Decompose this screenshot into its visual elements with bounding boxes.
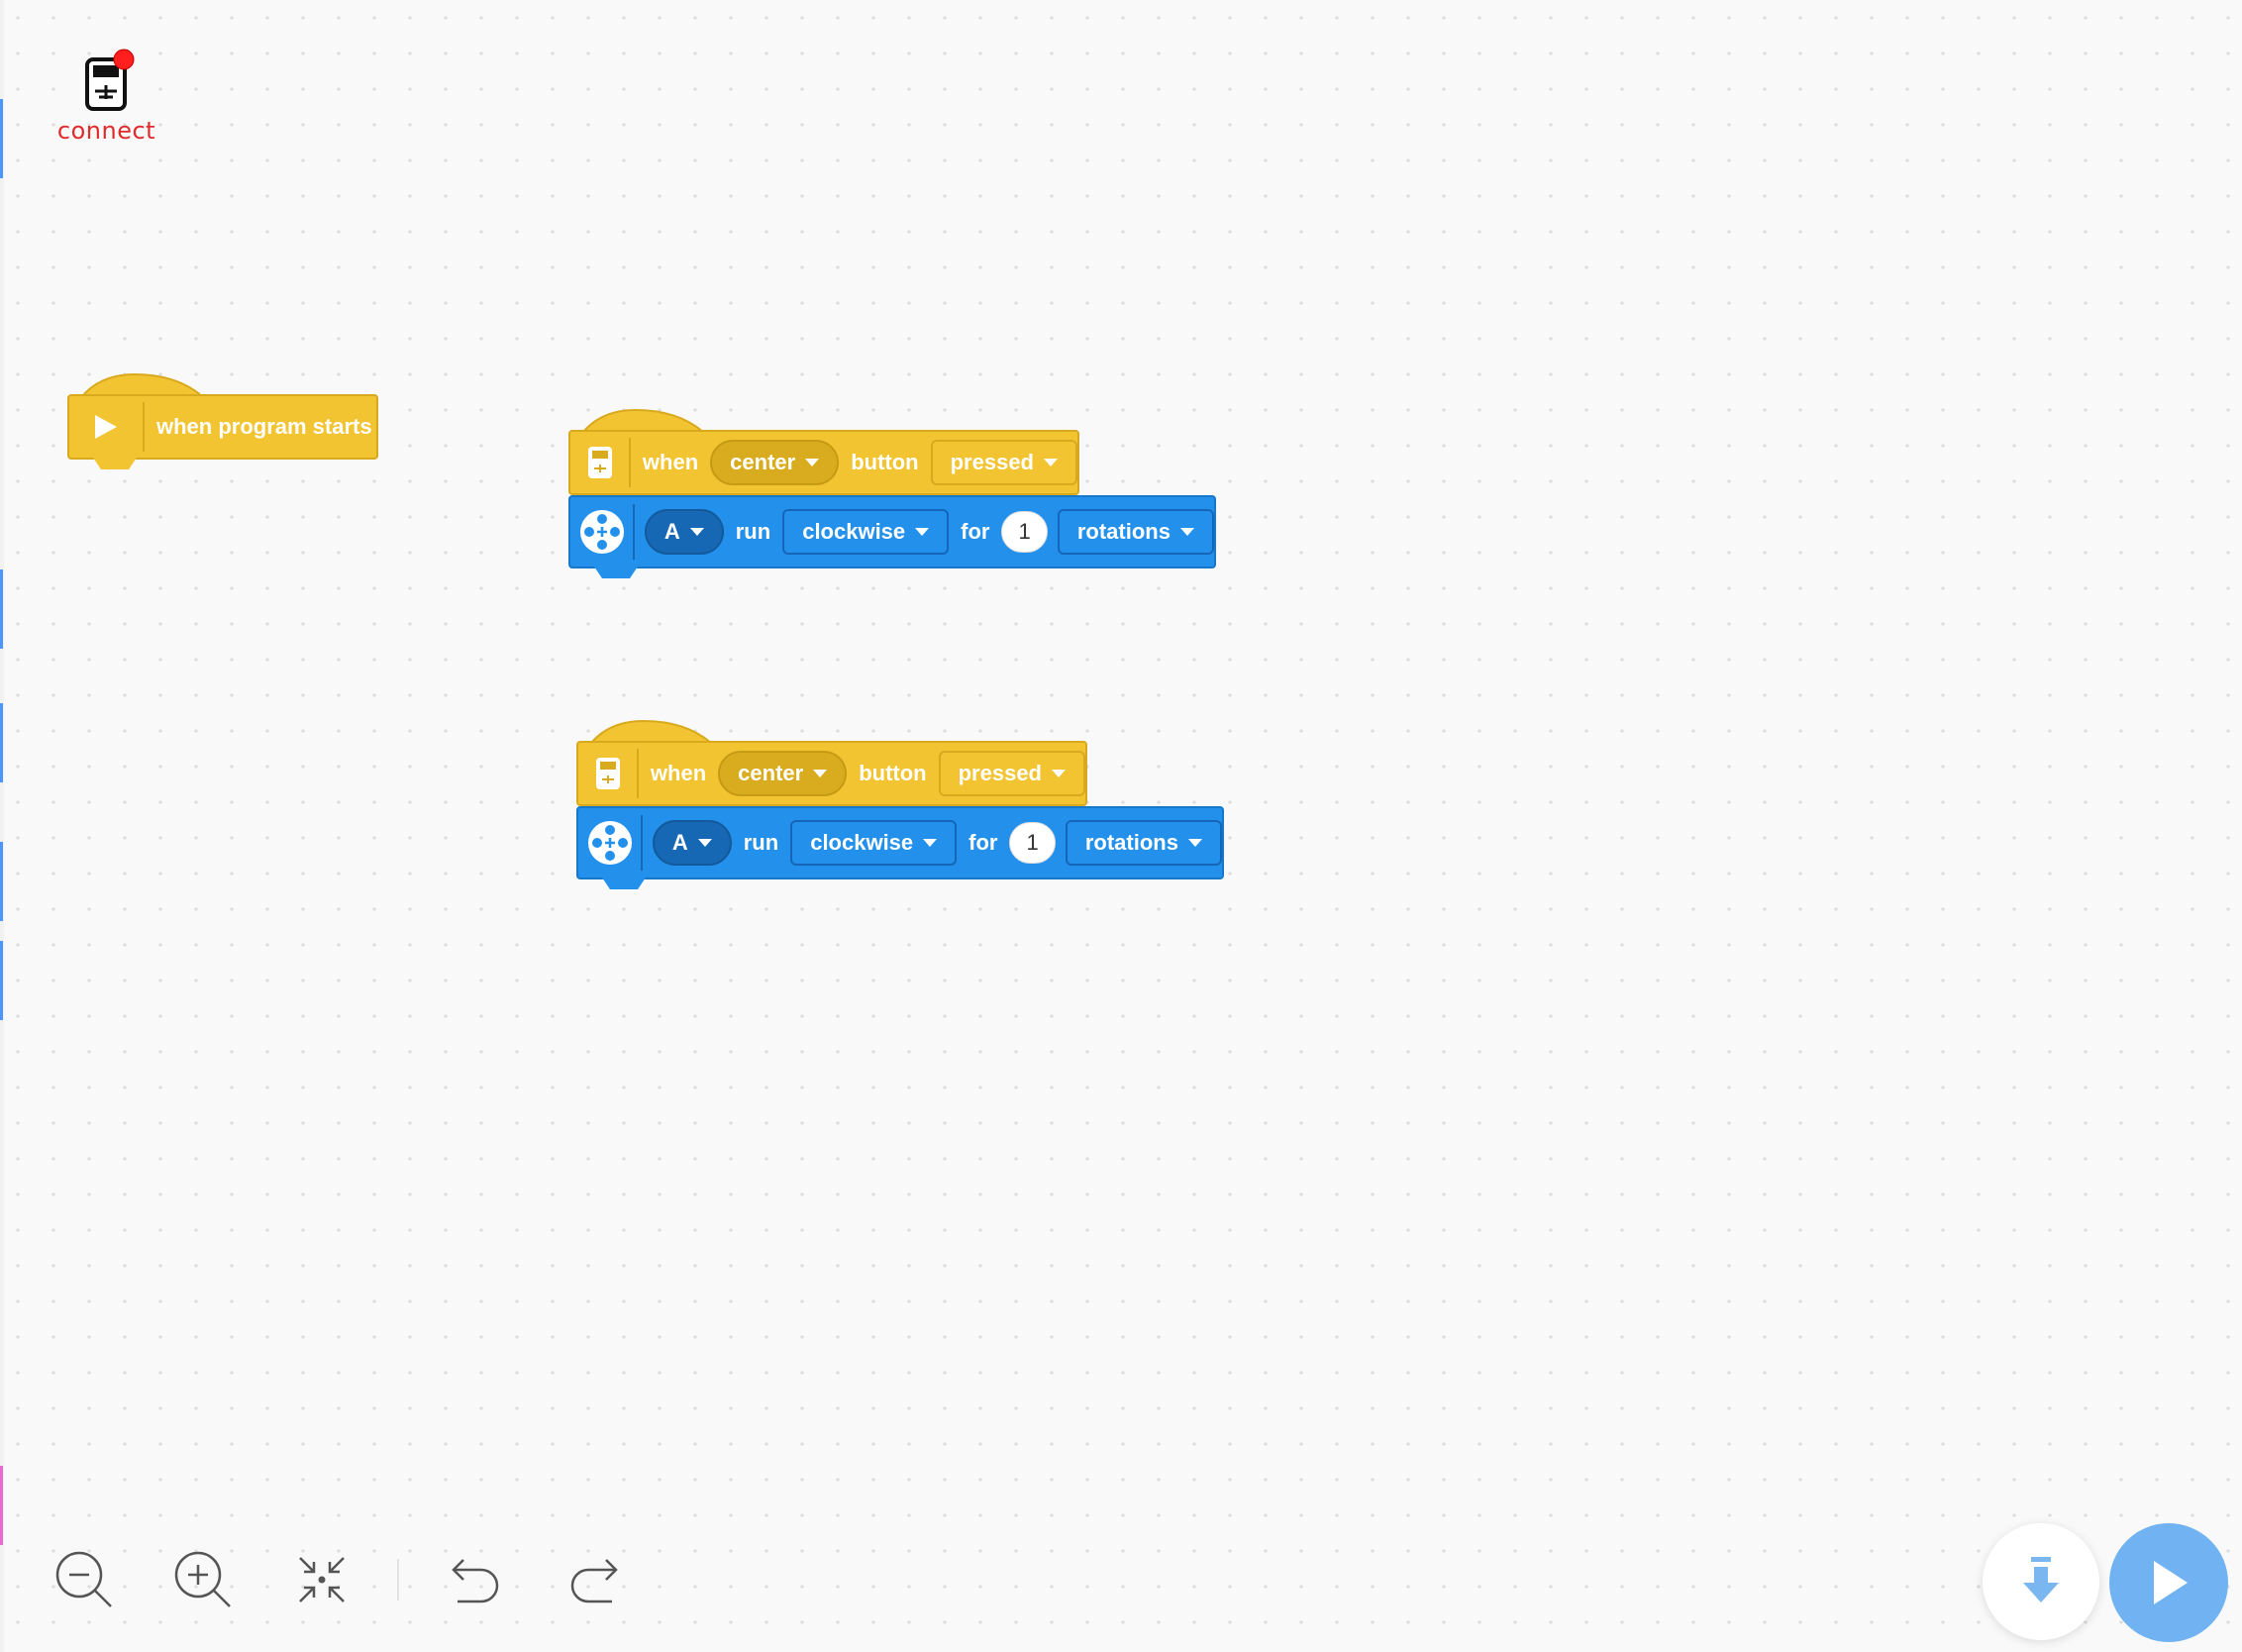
hub-icon-wrapper	[570, 445, 629, 480]
port-value: A	[671, 830, 688, 855]
hub-icon-wrapper	[578, 756, 637, 791]
when-button-block[interactable]: when center button pressed	[568, 430, 1079, 495]
edge-marker	[0, 99, 3, 178]
motor-icon	[587, 821, 632, 865]
chevron-down-icon	[1044, 459, 1058, 466]
unit-value: rotations	[1084, 830, 1178, 855]
download-icon	[2023, 1557, 2059, 1602]
block-notch	[602, 878, 646, 889]
chevron-down-icon	[805, 459, 820, 466]
motor-icon	[579, 510, 624, 554]
motor-icon-wrapper	[578, 819, 641, 867]
edge-marker	[0, 569, 3, 649]
when-label: when	[642, 450, 699, 474]
direction-value: clockwise	[810, 830, 914, 855]
button-choice-value: center	[738, 761, 804, 785]
button-choice-dropdown[interactable]: center	[718, 751, 848, 796]
redo-button[interactable]	[560, 1545, 629, 1614]
recenter-icon	[299, 1557, 345, 1602]
download-button[interactable]	[1983, 1523, 2099, 1640]
chevron-down-icon	[915, 528, 930, 536]
chevron-down-icon	[813, 770, 828, 777]
when-button-block[interactable]: when center button pressed	[576, 741, 1087, 806]
amount-input[interactable]: 1	[1001, 511, 1048, 553]
port-dropdown[interactable]: A	[644, 509, 724, 555]
connect-label: connect	[56, 117, 156, 145]
event-dropdown[interactable]: pressed	[930, 440, 1077, 485]
port-dropdown[interactable]: A	[652, 820, 732, 866]
button-choice-dropdown[interactable]: center	[710, 440, 840, 485]
button-label: button	[859, 761, 927, 785]
connect-button[interactable]: connect	[50, 48, 163, 145]
direction-value: clockwise	[802, 519, 906, 544]
block-divider	[633, 504, 635, 560]
chevron-down-icon	[1052, 770, 1066, 777]
event-value: pressed	[958, 761, 1042, 785]
zoom-in-icon	[174, 1551, 231, 1607]
chevron-down-icon	[923, 839, 938, 847]
port-value: A	[663, 519, 680, 544]
block-divider	[641, 815, 643, 871]
event-dropdown[interactable]: pressed	[938, 751, 1085, 796]
redo-icon	[570, 1559, 618, 1603]
chevron-down-icon	[689, 528, 704, 536]
chevron-down-icon	[697, 839, 712, 847]
play-icon	[2154, 1561, 2188, 1604]
amount-input[interactable]: 1	[1009, 822, 1056, 864]
zoom-out-icon	[55, 1551, 112, 1607]
left-edge	[0, 0, 4, 1652]
direction-dropdown[interactable]: clockwise	[790, 820, 958, 866]
for-label: for	[961, 519, 990, 544]
zoom-out-button[interactable]	[50, 1545, 119, 1614]
motor-icon-wrapper	[570, 508, 633, 556]
button-choice-value: center	[730, 450, 796, 474]
play-button[interactable]	[2109, 1523, 2228, 1642]
button-label: button	[851, 450, 919, 474]
block-divider	[629, 438, 631, 487]
direction-dropdown[interactable]: clockwise	[782, 509, 950, 555]
block-divider	[143, 402, 145, 452]
unit-value: rotations	[1076, 519, 1171, 544]
unit-dropdown[interactable]: rotations	[1065, 820, 1222, 866]
run-label: run	[735, 519, 771, 544]
play-icon-wrapper	[69, 413, 143, 441]
block-label: when program starts	[156, 414, 372, 439]
unit-dropdown[interactable]: rotations	[1057, 509, 1214, 555]
motor-run-block[interactable]: A run clockwise for 1 rotations	[576, 806, 1224, 879]
toolbar-divider	[397, 1559, 399, 1600]
event-value: pressed	[950, 450, 1034, 474]
edge-marker	[0, 842, 3, 921]
hub-icon	[84, 49, 134, 111]
block-notch	[93, 458, 137, 469]
chevron-down-icon	[1187, 839, 1202, 847]
hub-icon	[595, 758, 620, 789]
block-divider	[637, 749, 639, 798]
recenter-button[interactable]	[287, 1545, 357, 1614]
edge-marker	[0, 703, 3, 782]
undo-button[interactable]	[441, 1545, 510, 1614]
for-label: for	[968, 830, 998, 855]
zoom-in-button[interactable]	[168, 1545, 238, 1614]
hub-icon	[587, 447, 612, 478]
motor-run-block[interactable]: A run clockwise for 1 rotations	[568, 495, 1216, 568]
edge-marker	[0, 941, 3, 1020]
run-label: run	[743, 830, 779, 855]
undo-icon	[452, 1559, 499, 1603]
chevron-down-icon	[1179, 528, 1194, 536]
edge-marker	[0, 1466, 3, 1545]
block-notch	[594, 567, 638, 578]
when-label: when	[650, 761, 707, 785]
play-icon	[95, 415, 117, 439]
